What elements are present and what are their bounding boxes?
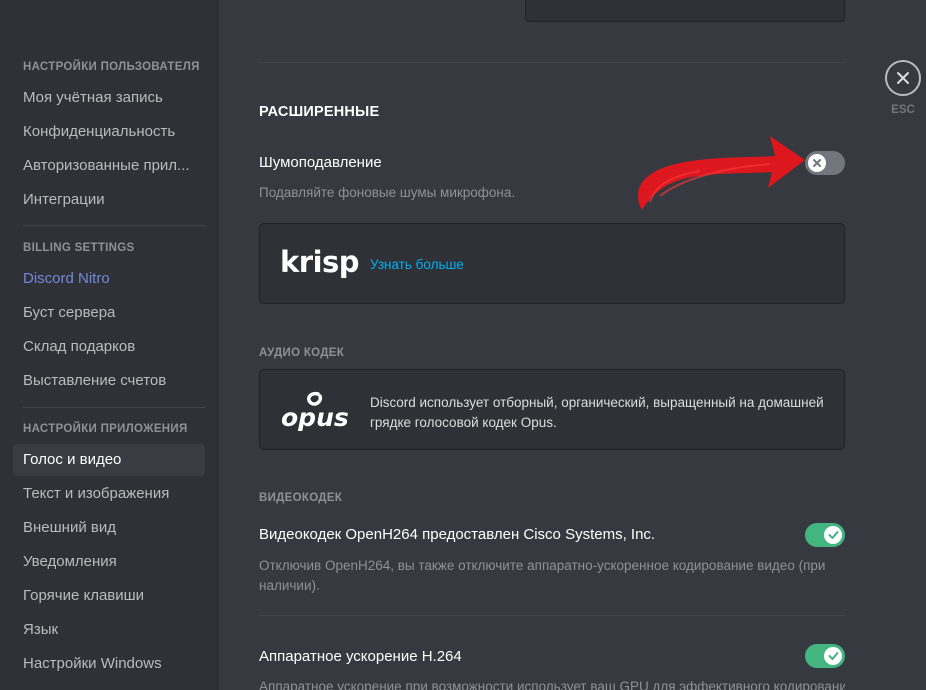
checkmark-icon bbox=[828, 652, 838, 660]
sidebar-item-language[interactable]: Язык bbox=[13, 614, 205, 646]
esc-label: ESC bbox=[891, 104, 915, 116]
sidebar-item-keybinds[interactable]: Горячие клавиши bbox=[13, 580, 205, 612]
section-divider bbox=[259, 62, 845, 63]
sidebar-item-privacy[interactable]: Конфиденциальность bbox=[13, 116, 205, 148]
previous-section-box bbox=[525, 0, 845, 22]
sidebar-item-integrations[interactable]: Интеграции bbox=[13, 184, 205, 216]
audio-codec-header: АУДИО КОДЕК bbox=[259, 347, 345, 359]
video-codec-header: ВИДЕОКОДЕК bbox=[259, 492, 343, 504]
checkmark-icon bbox=[828, 531, 838, 539]
advanced-section-title: РАСШИРЕННЫЕ bbox=[259, 104, 380, 120]
noise-suppression-description: Подавляйте фоновые шумы микрофона. bbox=[259, 185, 516, 200]
user-settings-header: НАСТРОЙКИ ПОЛЬЗОВАТЕЛЯ bbox=[23, 61, 200, 73]
opus-logo: opus bbox=[281, 391, 349, 432]
sidebar-item-windows-settings[interactable]: Настройки Windows bbox=[13, 648, 205, 680]
hw-accel-description: Аппаратное ускорение при возможности исп… bbox=[259, 679, 845, 690]
toggle-knob bbox=[808, 154, 826, 172]
openh264-toggle[interactable] bbox=[805, 523, 845, 547]
sidebar-item-discord-nitro[interactable]: Discord Nitro bbox=[13, 263, 205, 295]
app-settings-header: НАСТРОЙКИ ПРИЛОЖЕНИЯ bbox=[23, 423, 188, 435]
red-arrow-annotation-icon bbox=[637, 136, 805, 210]
voice-video-settings: РАСШИРЕННЫЕ Шумоподавление Подавляйте фо… bbox=[259, 0, 845, 690]
sidebar-divider bbox=[23, 407, 205, 408]
hw-accel-title: Аппаратное ускорение H.264 bbox=[259, 648, 462, 665]
close-icon bbox=[897, 72, 909, 84]
opus-logo-text: opus bbox=[281, 403, 349, 432]
openh264-description: Отключив OpenH264, вы также отключите ап… bbox=[259, 558, 826, 593]
noise-suppression-title: Шумоподавление bbox=[259, 154, 382, 171]
krisp-logo: krisp bbox=[280, 245, 360, 279]
sidebar-item-voice-video[interactable]: Голос и видео bbox=[13, 444, 205, 476]
sidebar-item-server-boost[interactable]: Буст сервера bbox=[13, 297, 205, 329]
learn-more-link[interactable]: Узнать больше bbox=[370, 257, 464, 272]
openh264-title: Видеокодек OpenH264 предоставлен Cisco S… bbox=[259, 526, 656, 543]
sidebar-item-billing[interactable]: Выставление счетов bbox=[13, 365, 205, 397]
toggle-knob bbox=[824, 526, 842, 544]
close-button[interactable] bbox=[885, 60, 921, 96]
settings-sidebar: НАСТРОЙКИ ПОЛЬЗОВАТЕЛЯ Моя учётная запис… bbox=[0, 0, 219, 690]
noise-suppression-toggle[interactable] bbox=[805, 151, 845, 175]
sidebar-item-text-images[interactable]: Текст и изображения bbox=[13, 478, 205, 510]
krisp-card: krisp Узнать больше bbox=[259, 223, 845, 304]
sidebar-divider bbox=[23, 225, 205, 226]
sidebar-item-appearance[interactable]: Внешний вид bbox=[13, 512, 205, 544]
sidebar-item-my-account[interactable]: Моя учётная запись bbox=[13, 82, 205, 114]
billing-settings-header: BILLING SETTINGS bbox=[23, 242, 135, 254]
opus-card: opus Discord использует отборный, органи… bbox=[259, 369, 845, 450]
sidebar-item-authorized-apps[interactable]: Авторизованные прил... bbox=[13, 150, 205, 182]
sidebar-item-notifications[interactable]: Уведомления bbox=[13, 546, 205, 578]
hw-accel-toggle[interactable] bbox=[805, 644, 845, 668]
opus-description: Discord использует отборный, органически… bbox=[370, 395, 824, 430]
section-divider bbox=[259, 615, 845, 616]
x-icon bbox=[813, 159, 821, 167]
toggle-knob bbox=[824, 647, 842, 665]
sidebar-item-gift-inventory[interactable]: Склад подарков bbox=[13, 331, 205, 363]
